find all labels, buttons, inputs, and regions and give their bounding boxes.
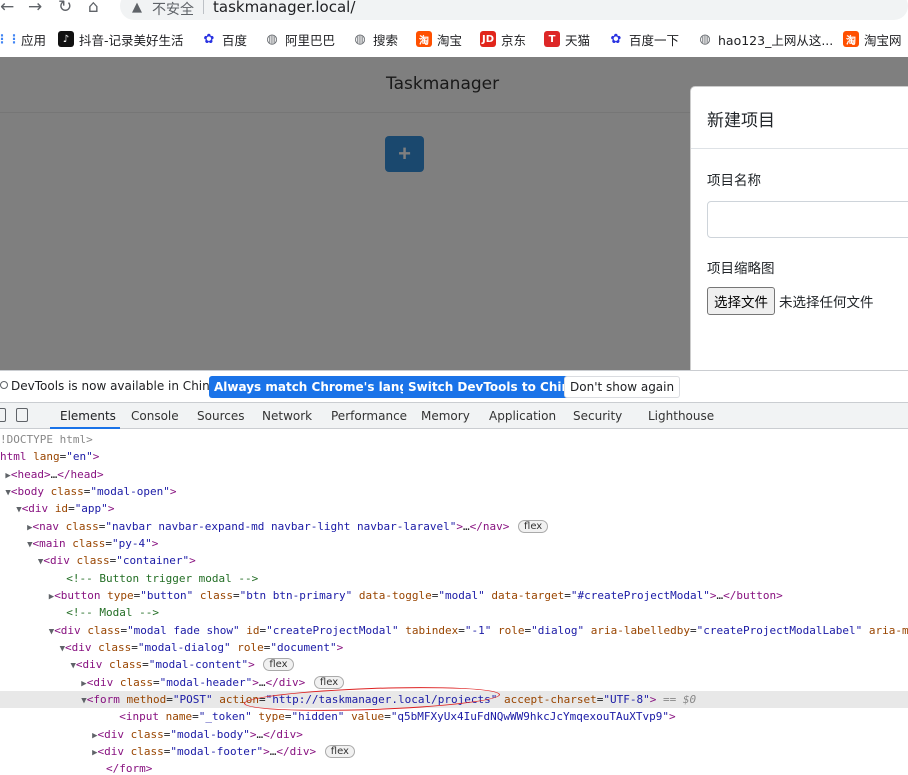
bookmark-label: 抖音-记录美好生活	[79, 32, 184, 48]
bookmark-baidu-search[interactable]: ✿ 百度一下	[608, 28, 679, 50]
modal-body: 项目名称 项目缩略图 选择文件 未选择任何文件	[691, 149, 908, 331]
insecure-label[interactable]: 不安全	[152, 0, 194, 19]
tab-lighthouse[interactable]: Lighthouse	[648, 409, 714, 423]
dom-node-html[interactable]: html lang="en">	[0, 448, 908, 465]
home-icon[interactable]: ⌂	[88, 0, 99, 17]
browser-toolbar: ← → ↻ ⌂ ▲ 不安全 taskmanager.local/	[0, 0, 908, 20]
dom-node-doctype[interactable]: !DOCTYPE html>	[0, 431, 908, 448]
dom-node-modal-body[interactable]: ▶<div class="modal-body">…</div>	[0, 726, 908, 743]
dom-node-modal[interactable]: ▼<div class="modal fade show" id="create…	[0, 622, 908, 639]
devtools-infobar: DevTools is now available in Chinese! Al…	[0, 370, 908, 402]
bookmark-label: 阿里巴巴	[285, 32, 336, 48]
bookmark-taobao[interactable]: 淘 淘宝	[416, 28, 462, 50]
dom-node-modal-footer[interactable]: ▶<div class="modal-footer">…</div> flex	[0, 743, 908, 760]
inspect-element-icon[interactable]	[0, 408, 6, 422]
tab-application[interactable]: Application	[489, 409, 556, 423]
tab-sources[interactable]: Sources	[197, 409, 244, 423]
modal-title: 新建项目	[707, 111, 775, 131]
dom-node-main[interactable]: ▼<main class="py-4">	[0, 535, 908, 552]
bookmark-label: 天猫	[565, 32, 591, 48]
dom-node-comment-trigger[interactable]: <!-- Button trigger modal -->	[0, 570, 908, 587]
douyin-icon: ♪	[58, 31, 74, 47]
tab-elements[interactable]: Elements	[60, 409, 116, 423]
bookmark-search[interactable]: ◍ 搜索	[352, 28, 398, 50]
dom-node-container[interactable]: ▼<div class="container">	[0, 552, 908, 569]
bookmark-label: 应用	[21, 32, 47, 48]
bookmark-label: hao123_上网从这...	[718, 32, 834, 48]
dom-node-button[interactable]: ▶<button type="button" class="btn btn-pr…	[0, 587, 908, 604]
dom-node-modal-content[interactable]: ▼<div class="modal-content"> flex	[0, 656, 908, 673]
globe-icon: ◍	[266, 31, 278, 47]
device-toolbar-icon[interactable]	[16, 408, 28, 422]
bookmark-label: 搜索	[373, 32, 399, 48]
omnibox-separator	[203, 0, 204, 14]
tmall-icon: T	[544, 31, 560, 47]
bookmark-alibaba[interactable]: ◍ 阿里巴巴	[264, 28, 335, 50]
project-name-label: 项目名称	[707, 173, 761, 189]
bookmark-taobao-net[interactable]: 淘 淘宝网	[843, 28, 902, 50]
active-tab-indicator	[50, 427, 120, 429]
dom-node-app[interactable]: ▼<div id="app">	[0, 500, 908, 517]
bookmark-jd[interactable]: JD 京东	[480, 28, 526, 50]
elements-dom-tree: !DOCTYPE html> html lang="en"> ▶<head>…<…	[0, 430, 908, 775]
project-name-input[interactable]	[707, 201, 908, 238]
bookmark-douyin[interactable]: ♪ 抖音-记录美好生活	[58, 28, 184, 50]
bookmarks-bar: ⋮⋮ 应用 ♪ 抖音-记录美好生活 ✿ 百度 ◍ 阿里巴巴 ◍ 搜索 淘 淘宝 …	[0, 28, 908, 50]
tab-security[interactable]: Security	[573, 409, 622, 423]
bookmark-baidu[interactable]: ✿ 百度	[201, 28, 247, 50]
bookmark-label: 淘宝	[437, 32, 463, 48]
bookmark-label: 百度	[222, 32, 248, 48]
tab-memory[interactable]: Memory	[421, 409, 470, 423]
bookmark-tmall[interactable]: T 天猫	[544, 28, 590, 50]
dom-node-body[interactable]: ▼<body class="modal-open">	[0, 483, 908, 500]
choose-file-button[interactable]: 选择文件	[707, 287, 775, 315]
jd-icon: JD	[480, 31, 496, 47]
tab-console[interactable]: Console	[131, 409, 179, 423]
file-status: 未选择任何文件	[779, 295, 874, 311]
dom-node-head[interactable]: ▶<head>…</head>	[0, 466, 908, 483]
tab-network[interactable]: Network	[262, 409, 312, 423]
project-thumbnail-label: 项目缩略图	[707, 261, 775, 277]
apps-grid-icon: ⋮⋮	[0, 32, 20, 46]
url-text[interactable]: taskmanager.local/	[213, 0, 355, 16]
warning-icon[interactable]: ▲	[132, 0, 142, 15]
create-project-modal: 新建项目 项目名称 项目缩略图 选择文件 未选择任何文件	[690, 86, 908, 370]
bookmark-apps[interactable]: ⋮⋮ 应用	[0, 28, 46, 50]
back-icon[interactable]: ←	[0, 0, 14, 17]
forward-icon[interactable]: →	[28, 0, 42, 17]
dont-show-again-button[interactable]: Don't show again	[564, 376, 681, 398]
page-viewport: Taskmanager + 新建项目 项目名称 项目缩略图 选择文件 未选择任何…	[0, 57, 908, 370]
dom-node-modal-dialog[interactable]: ▼<div class="modal-dialog" role="documen…	[0, 639, 908, 656]
dom-node-token-input[interactable]: <input name="_token" type="hidden" value…	[0, 708, 908, 725]
dom-node-comment-modal[interactable]: <!-- Modal -->	[0, 604, 908, 621]
globe-icon: ◍	[354, 31, 366, 47]
globe-icon: ◍	[699, 31, 711, 47]
baidu-paw-icon: ✿	[610, 31, 622, 47]
bookmark-hao123[interactable]: ◍ hao123_上网从这...	[697, 28, 833, 50]
baidu-paw-icon: ✿	[203, 31, 215, 47]
bookmark-label: 京东	[501, 32, 527, 48]
modal-header: 新建项目	[691, 87, 908, 149]
bookmark-label: 百度一下	[629, 32, 680, 48]
dom-node-form-close[interactable]: </form>	[0, 760, 908, 775]
devtools-tab-bar: Elements Console Sources Network Perform…	[0, 402, 908, 429]
tab-performance[interactable]: Performance	[331, 409, 407, 423]
taobao-icon: 淘	[843, 31, 859, 47]
reload-icon[interactable]: ↻	[58, 0, 72, 17]
taobao-icon: 淘	[416, 31, 432, 47]
dom-node-nav[interactable]: ▶<nav class="navbar navbar-expand-md nav…	[0, 518, 908, 535]
infobar-message: DevTools is now available in Chinese!	[0, 379, 236, 393]
file-input: 选择文件 未选择任何文件	[707, 287, 903, 315]
bookmark-label: 淘宝网	[864, 32, 902, 48]
